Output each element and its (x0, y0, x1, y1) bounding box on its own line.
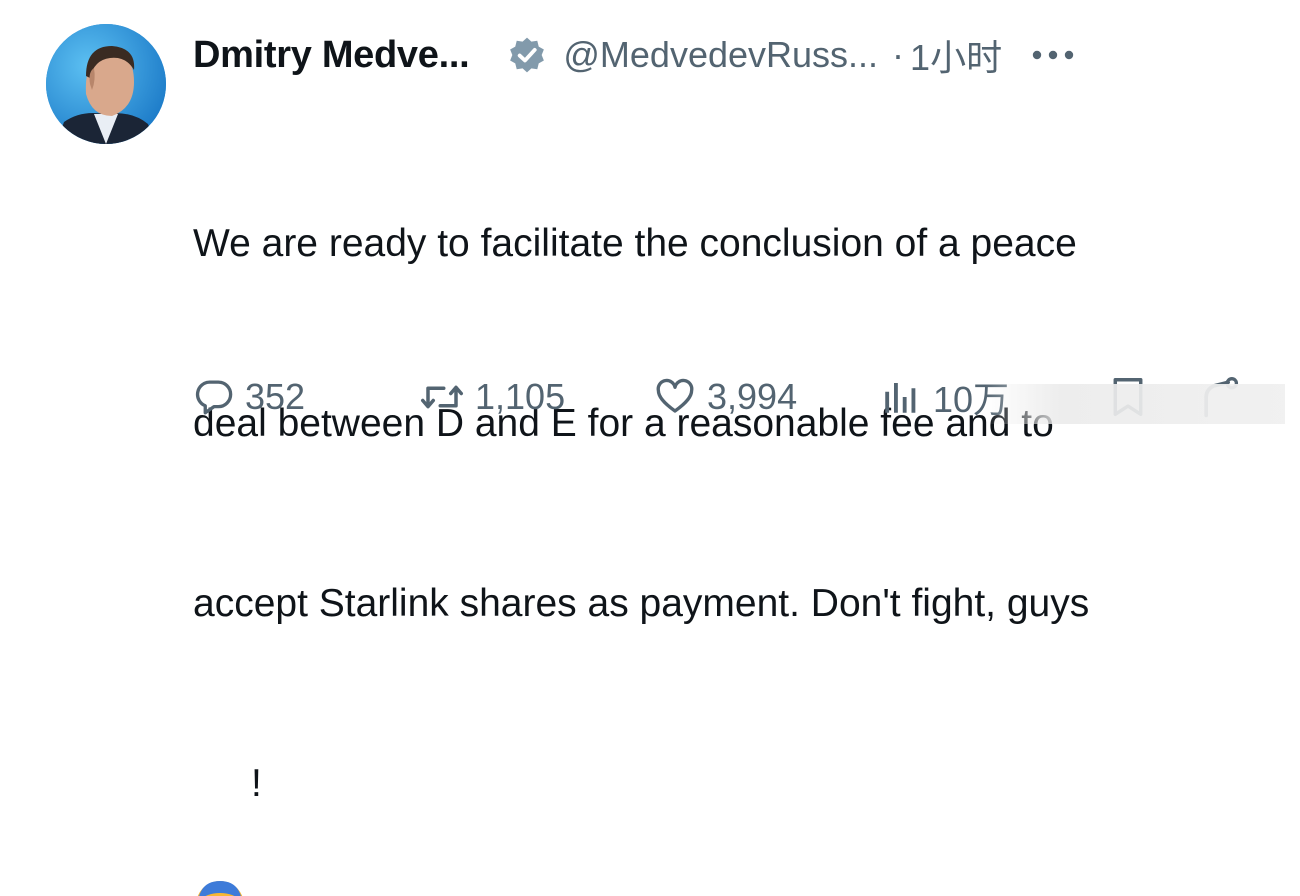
tweet-text-line: We are ready to facilitate the conclusio… (193, 222, 1077, 265)
verified-badge-icon (505, 33, 549, 77)
reply-icon (193, 376, 235, 418)
tweet-text-line: ! (193, 754, 1273, 896)
tweet-text: We are ready to facilitate the conclusio… (193, 94, 1273, 896)
face-screaming-in-fear-icon (193, 757, 247, 896)
like-count: 3,994 (707, 376, 798, 417)
timestamp[interactable]: 1小时 (910, 29, 1002, 81)
repost-icon (419, 376, 465, 418)
separator: · (892, 34, 905, 75)
repost-count: 1,105 (475, 376, 566, 417)
avatar-photo (46, 24, 166, 144)
reply-count: 352 (245, 376, 306, 417)
display-name[interactable]: Dmitry Medve... (193, 34, 470, 77)
user-handle[interactable]: @MedvedevRuss... (563, 34, 878, 76)
tweet-header: Dmitry Medve... @MedvedevRuss... · 1小时 (193, 26, 1076, 84)
heart-icon (653, 376, 697, 418)
overlay-fade (985, 384, 1285, 424)
reply-button[interactable]: 352 (193, 372, 305, 422)
repost-button[interactable]: 1,105 (419, 372, 565, 422)
avatar[interactable] (46, 24, 166, 144)
tweet-text-line: accept Starlink shares as payment. Don't… (193, 582, 1090, 625)
more-options-icon[interactable] (1030, 45, 1076, 65)
views-chart-icon (879, 376, 923, 418)
tweet-text-suffix: ! (251, 762, 262, 805)
like-button[interactable]: 3,994 (653, 372, 797, 422)
tweet-card[interactable]: Dmitry Medve... @MedvedevRuss... · 1小时 W… (0, 0, 1300, 896)
